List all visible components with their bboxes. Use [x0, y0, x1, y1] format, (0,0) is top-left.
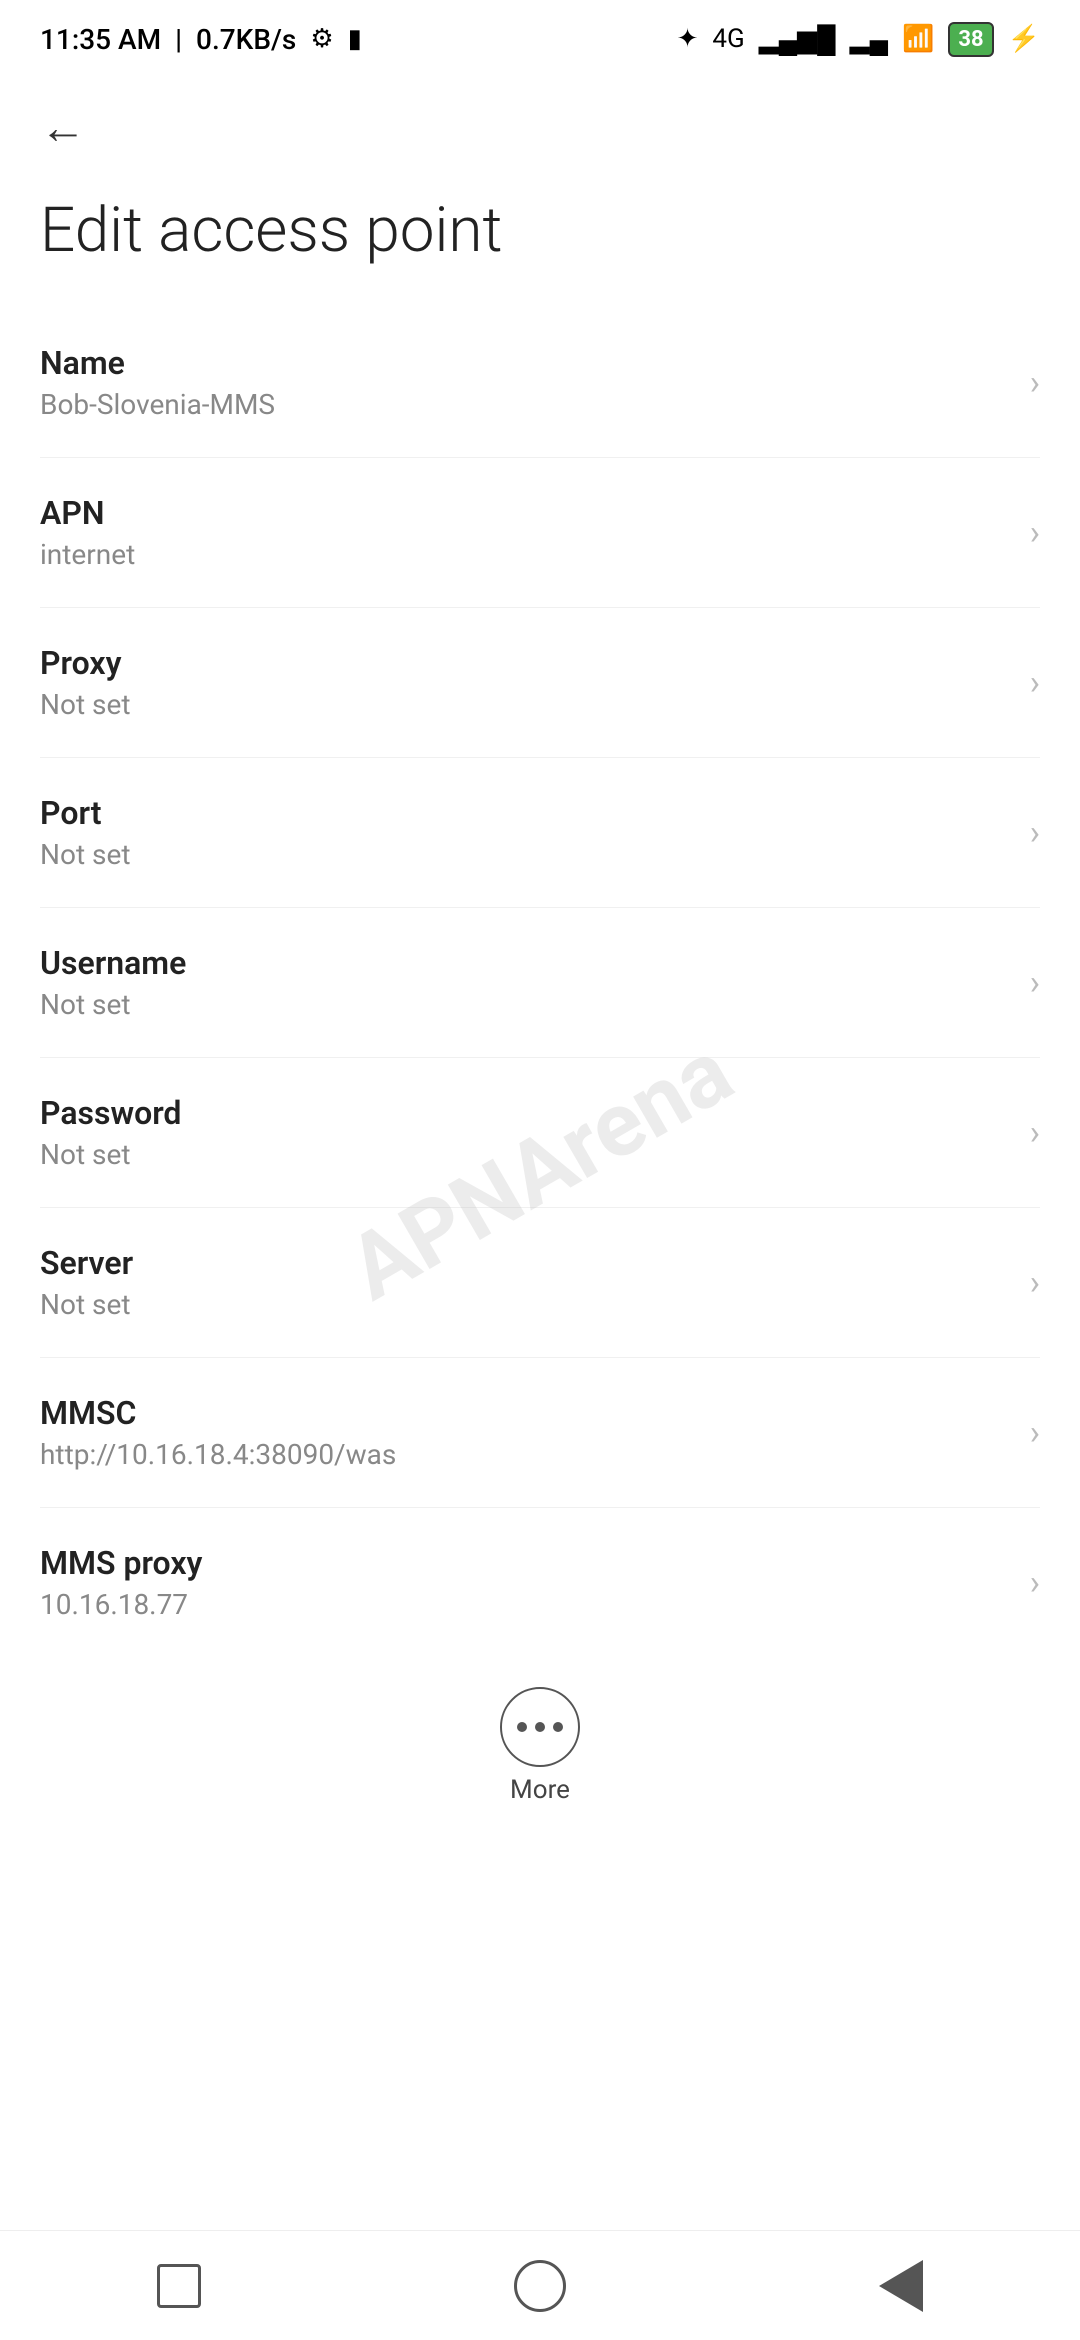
chevron-right-icon: ›	[1030, 1413, 1040, 1453]
square-icon	[157, 2264, 201, 2308]
settings-item-value: Bob-Slovenia-MMS	[40, 388, 1010, 421]
time: 11:35 AM	[40, 23, 161, 56]
page-title: Edit access point	[0, 164, 1080, 308]
more-dots-icon	[517, 1722, 563, 1732]
settings-item-content: Name Bob-Slovenia-MMS	[40, 344, 1010, 421]
network-speed: 0.7KB/s	[196, 23, 296, 56]
status-bar: 11:35 AM | 0.7KB/s ⚙ ▮ ✦ 4G ▂▄▆█ ▂▄ 📶 38…	[0, 0, 1080, 70]
settings-item-content: Proxy Not set	[40, 644, 1010, 721]
signal-bars2-icon: ▂▄	[850, 24, 888, 55]
battery-indicator: 38	[948, 22, 993, 57]
recent-apps-button[interactable]	[157, 2264, 201, 2308]
settings-item-label: Proxy	[40, 644, 1010, 682]
settings-item-apn[interactable]: APN internet ›	[40, 458, 1040, 608]
chevron-right-icon: ›	[1030, 513, 1040, 553]
more-label: More	[510, 1775, 570, 1805]
chevron-right-icon: ›	[1030, 813, 1040, 853]
chevron-right-icon: ›	[1030, 1113, 1040, 1153]
chevron-right-icon: ›	[1030, 363, 1040, 403]
chevron-right-icon: ›	[1030, 1263, 1040, 1303]
settings-item-label: Port	[40, 794, 1010, 832]
settings-item-port[interactable]: Port Not set ›	[40, 758, 1040, 908]
settings-item-value: 10.16.18.77	[40, 1588, 1010, 1621]
settings-item-label: Server	[40, 1244, 1010, 1282]
settings-item-mms-proxy[interactable]: MMS proxy 10.16.18.77 ›	[40, 1508, 1040, 1657]
settings-item-value: Not set	[40, 688, 1010, 721]
video-icon: ▮	[348, 24, 362, 54]
chevron-right-icon: ›	[1030, 1563, 1040, 1603]
settings-item-content: Password Not set	[40, 1094, 1010, 1171]
wifi-icon: 📶	[902, 24, 934, 54]
chevron-right-icon: ›	[1030, 963, 1040, 1003]
home-button[interactable]	[514, 2260, 566, 2312]
settings-item-content: Server Not set	[40, 1244, 1010, 1321]
circle-icon	[514, 2260, 566, 2312]
settings-item-password[interactable]: Password Not set ›	[40, 1058, 1040, 1208]
settings-item-label: MMS proxy	[40, 1544, 1010, 1582]
settings-item-label: MMSC	[40, 1394, 1010, 1432]
status-right: ✦ 4G ▂▄▆█ ▂▄ 📶 38 ⚡	[677, 22, 1040, 57]
settings-icon: ⚙	[310, 24, 333, 54]
back-nav-button[interactable]	[879, 2260, 923, 2312]
settings-item-username[interactable]: Username Not set ›	[40, 908, 1040, 1058]
settings-item-label: Username	[40, 944, 1010, 982]
settings-item-value: http://10.16.18.4:38090/was	[40, 1438, 1010, 1471]
settings-item-value: internet	[40, 538, 1010, 571]
settings-item-server[interactable]: Server Not set ›	[40, 1208, 1040, 1358]
settings-item-value: Not set	[40, 1288, 1010, 1321]
triangle-icon	[879, 2260, 923, 2312]
settings-item-label: APN	[40, 494, 1010, 532]
settings-list: Name Bob-Slovenia-MMS › APN internet › P…	[0, 308, 1080, 1657]
settings-item-content: Username Not set	[40, 944, 1010, 1021]
speed-separator: |	[175, 23, 182, 56]
settings-item-proxy[interactable]: Proxy Not set ›	[40, 608, 1040, 758]
settings-item-content: Port Not set	[40, 794, 1010, 871]
back-button[interactable]: ←	[40, 100, 86, 154]
charging-icon: ⚡	[1008, 24, 1040, 54]
settings-item-content: MMSC http://10.16.18.4:38090/was	[40, 1394, 1010, 1471]
settings-item-value: Not set	[40, 838, 1010, 871]
settings-item-name[interactable]: Name Bob-Slovenia-MMS ›	[40, 308, 1040, 458]
nav-bar	[0, 2230, 1080, 2340]
settings-item-content: MMS proxy 10.16.18.77	[40, 1544, 1010, 1621]
signal-bars-icon: ▂▄▆█	[759, 24, 836, 55]
settings-item-value: Not set	[40, 1138, 1010, 1171]
bluetooth-icon: ✦	[677, 24, 699, 54]
top-nav: ←	[0, 70, 1080, 164]
settings-item-label: Password	[40, 1094, 1010, 1132]
settings-item-value: Not set	[40, 988, 1010, 1021]
chevron-right-icon: ›	[1030, 663, 1040, 703]
settings-item-content: APN internet	[40, 494, 1010, 571]
signal-4g-icon: 4G	[712, 24, 744, 54]
settings-item-label: Name	[40, 344, 1010, 382]
more-circle-icon	[500, 1687, 580, 1767]
status-left: 11:35 AM | 0.7KB/s ⚙ ▮	[40, 23, 362, 56]
more-button[interactable]: More	[0, 1657, 1080, 1825]
settings-item-mmsc[interactable]: MMSC http://10.16.18.4:38090/was ›	[40, 1358, 1040, 1508]
